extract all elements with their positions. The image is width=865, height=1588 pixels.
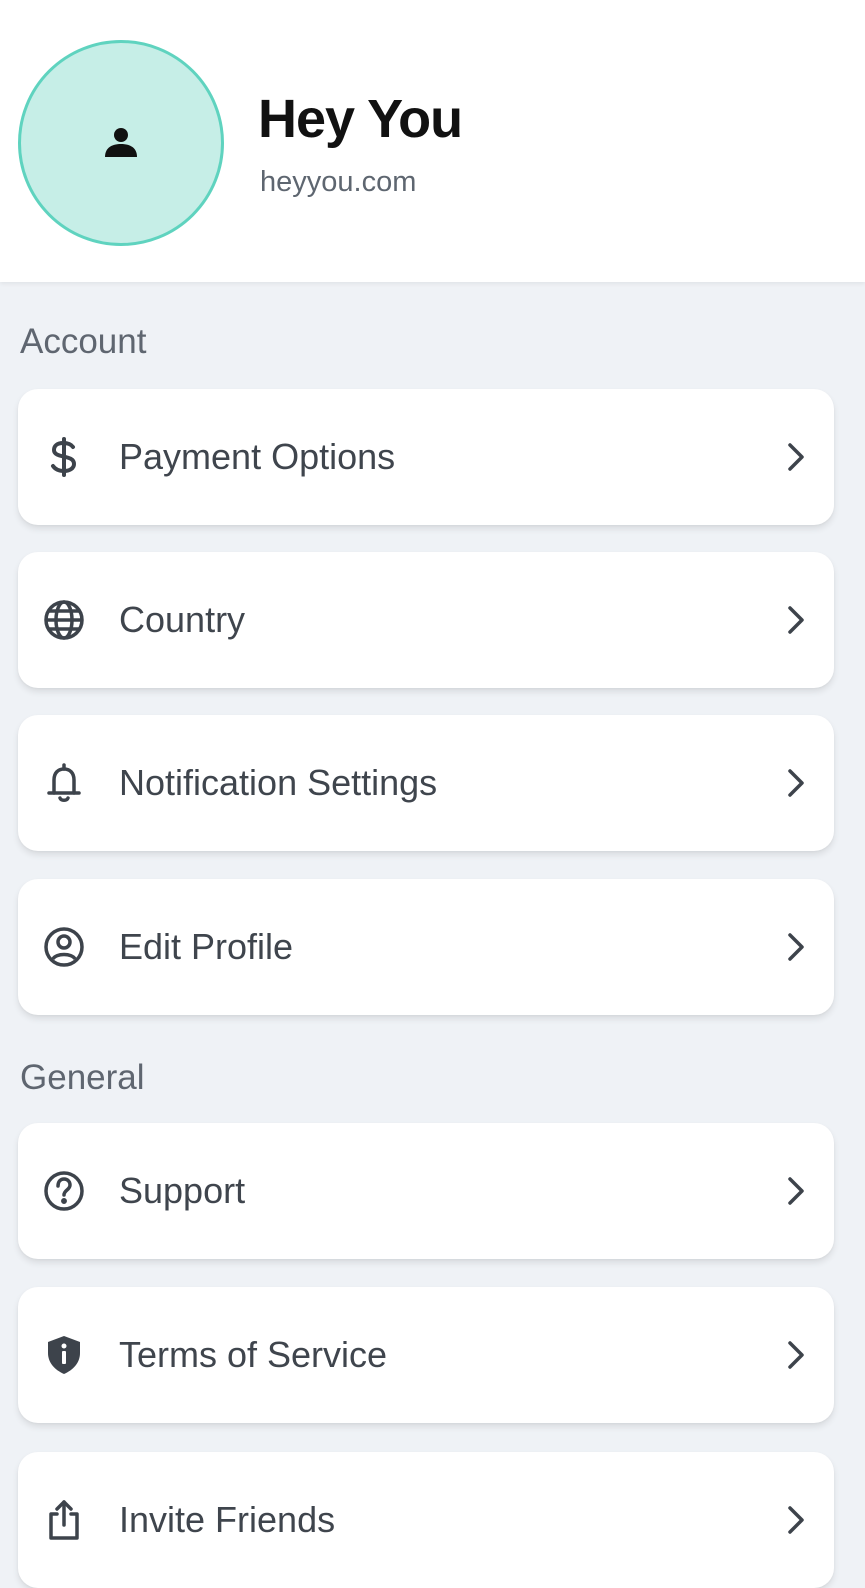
menu-item-label: Terms of Service bbox=[119, 1334, 388, 1375]
profile-website: heyyou.com bbox=[260, 166, 417, 198]
menu-item-label: Edit Profile bbox=[119, 926, 294, 967]
user-circle-icon bbox=[42, 925, 86, 969]
chevron-right-icon bbox=[782, 1335, 810, 1375]
section-title-general: General bbox=[20, 1058, 145, 1097]
chevron-right-icon bbox=[782, 437, 810, 477]
person-icon bbox=[105, 128, 137, 157]
chevron-right-icon bbox=[782, 600, 810, 640]
chevron-right-icon bbox=[782, 763, 810, 803]
menu-item-support[interactable]: Support bbox=[18, 1123, 834, 1259]
menu-item-edit-profile[interactable]: Edit Profile bbox=[18, 879, 834, 1015]
menu-item-label: Invite Friends bbox=[119, 1499, 336, 1540]
help-circle-icon bbox=[42, 1169, 86, 1213]
menu-item-payment-options[interactable]: Payment Options bbox=[18, 389, 834, 525]
section-title-account: Account bbox=[20, 322, 147, 361]
chevron-right-icon bbox=[782, 1500, 810, 1540]
menu-item-label: Payment Options bbox=[119, 436, 396, 477]
avatar[interactable] bbox=[18, 40, 224, 246]
shield-info-icon bbox=[42, 1333, 86, 1377]
menu-item-label: Country bbox=[119, 599, 246, 640]
globe-icon bbox=[42, 598, 86, 642]
profile-header: Hey You heyyou.com bbox=[0, 0, 865, 282]
menu-item-notification-settings[interactable]: Notification Settings bbox=[18, 715, 834, 851]
chevron-right-icon bbox=[782, 1171, 810, 1211]
chevron-right-icon bbox=[782, 927, 810, 967]
share-icon bbox=[42, 1498, 86, 1542]
profile-name: Hey You bbox=[258, 89, 463, 149]
menu-item-country[interactable]: Country bbox=[18, 552, 834, 688]
menu-item-label: Notification Settings bbox=[119, 762, 438, 803]
dollar-icon bbox=[42, 435, 86, 479]
bell-icon bbox=[42, 761, 86, 805]
menu-item-terms-of-service[interactable]: Terms of Service bbox=[18, 1287, 834, 1423]
menu-item-label: Support bbox=[119, 1170, 246, 1211]
menu-item-invite-friends[interactable]: Invite Friends bbox=[18, 1452, 834, 1588]
